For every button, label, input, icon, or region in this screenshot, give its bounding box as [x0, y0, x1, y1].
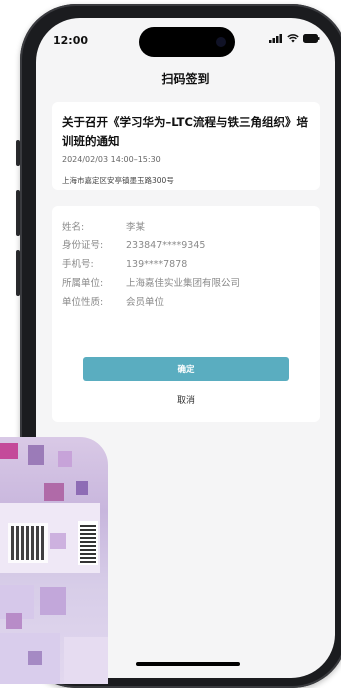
info-value: 233847****9345 — [126, 240, 206, 251]
confirm-button[interactable]: 确定 — [83, 357, 289, 381]
info-label: 身份证号: — [62, 240, 104, 251]
cancel-button[interactable]: 取消 — [52, 393, 320, 406]
app-stage: 12:00 扫码签到 关于召开《学习华为–LTC流程与铁三角组织》培训班的通知 … — [0, 0, 341, 688]
info-label: 姓名: — [62, 222, 85, 233]
notice-card: 关于召开《学习华为–LTC流程与铁三角组织》培训班的通知 2024/02/03 … — [52, 102, 320, 190]
info-value: 李某 — [126, 222, 146, 233]
info-value: 上海嘉佳实业集团有限公司 — [126, 278, 241, 289]
status-icons — [269, 34, 320, 43]
page-title: 扫码签到 — [161, 72, 210, 86]
notice-address: 上海市嘉定区安亭镇墨玉路300号 — [62, 176, 174, 185]
info-row-phone: 手机号: 139****7878 — [62, 256, 187, 270]
home-indicator — [136, 662, 240, 666]
info-row-company-type: 单位性质: 会员单位 — [62, 294, 164, 308]
qr-code-image — [78, 521, 98, 565]
qr-code-photo — [0, 437, 108, 684]
info-label: 所属单位: — [62, 278, 104, 289]
info-row-company: 所属单位: 上海嘉佳实业集团有限公司 — [62, 275, 240, 289]
dynamic-island — [139, 27, 235, 57]
info-label: 单位性质: — [62, 297, 104, 308]
signal-icon — [269, 34, 282, 43]
notice-title: 关于召开《学习华为–LTC流程与铁三角组织》培训班的通知 — [62, 115, 308, 148]
info-row-name: 姓名: 李某 — [62, 219, 145, 233]
attendee-info-card: 姓名: 李某 身份证号: 233847****9345 手机号: 139****787… — [52, 206, 320, 422]
wifi-icon — [287, 34, 299, 43]
info-value: 会员单位 — [126, 297, 165, 308]
info-label: 手机号: — [62, 259, 94, 270]
battery-icon — [303, 34, 320, 43]
notice-time: 2024/02/03 14:00–15:30 — [62, 155, 161, 164]
qr-code-image — [8, 523, 48, 563]
info-row-id-number: 身份证号: 233847****9345 — [62, 237, 205, 251]
camera-icon — [216, 37, 226, 47]
status-time: 12:00 — [53, 34, 89, 47]
info-value: 139****7878 — [126, 259, 188, 270]
